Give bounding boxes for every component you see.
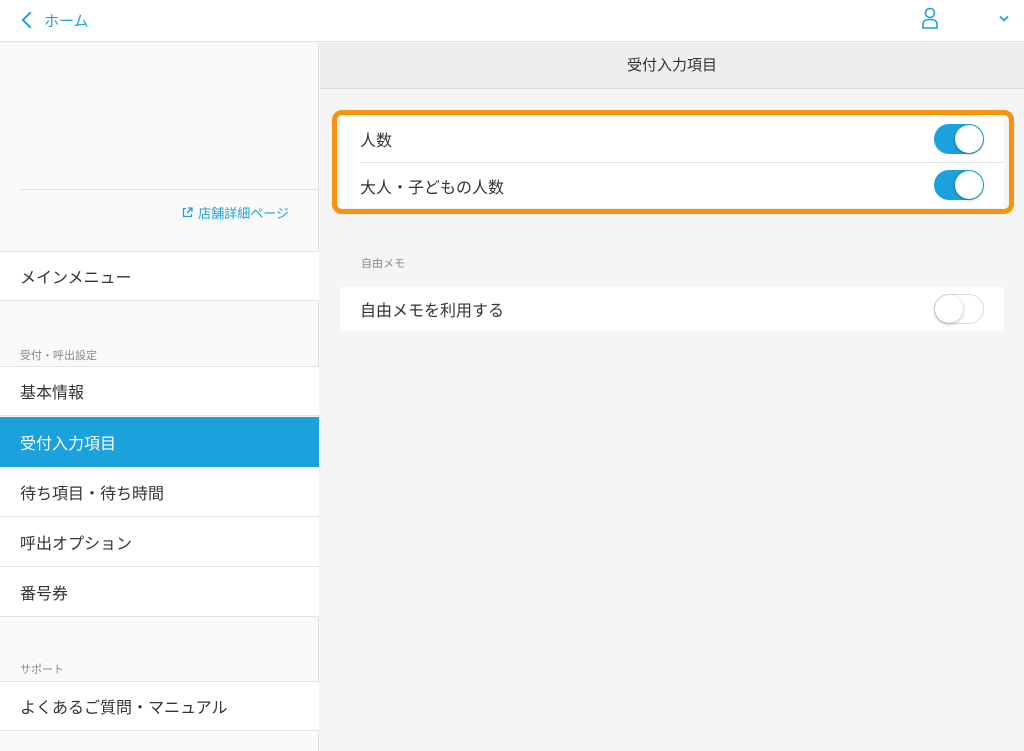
store-area: 店舗詳細ページ	[0, 43, 319, 251]
toggle-knob	[955, 171, 983, 199]
chevron-down-icon[interactable]	[998, 14, 1010, 24]
toggle-row-people: 人数	[340, 116, 1004, 162]
sidebar: 店舗詳細ページ メインメニュー 受付・呼出設定 基本情報 受付入力項目 待ち項目…	[0, 43, 319, 751]
sidebar-item-label: 呼出オプション	[20, 533, 133, 553]
divider	[20, 189, 319, 190]
toggle-row-adult-child: 大人・子どもの人数	[340, 163, 1004, 208]
sidebar-item-reception-fields[interactable]: 受付入力項目	[0, 417, 319, 467]
sidebar-item-label: 番号券	[20, 583, 69, 603]
back-label: ホーム	[44, 11, 89, 30]
sidebar-item-main-menu[interactable]: メインメニュー	[0, 251, 319, 301]
toggle-label: 人数	[360, 131, 393, 150]
toggle-card: 人数 大人・子どもの人数	[340, 116, 1004, 208]
toggle-label: 大人・子どもの人数	[360, 177, 505, 197]
section-label-reception: 受付・呼出設定	[20, 349, 97, 362]
toggle-row-memo: 自由メモを利用する	[340, 287, 1004, 331]
chevron-left-icon	[21, 11, 39, 29]
main-panel: 受付入力項目 人数 大人・子どもの人数 自由メモ 自由メモを利用する	[320, 43, 1024, 751]
people-toggle[interactable]	[934, 124, 984, 154]
sidebar-item-label: 待ち項目・待ち時間	[20, 483, 165, 503]
section-label-memo: 自由メモ	[361, 257, 405, 270]
sidebar-item-label: 受付入力項目	[20, 433, 117, 453]
sidebar-item-label: よくあるご質問・マニュアル	[20, 698, 228, 717]
page-title: 受付入力項目	[320, 43, 1024, 89]
memo-card: 自由メモを利用する	[340, 287, 1004, 331]
sidebar-item-faq[interactable]: よくあるご質問・マニュアル	[0, 681, 319, 731]
toggle-label: 自由メモを利用する	[360, 301, 505, 320]
sidebar-item-wait-items[interactable]: 待ち項目・待ち時間	[0, 467, 319, 517]
memo-toggle[interactable]	[934, 294, 984, 324]
sidebar-item-label: メインメニュー	[20, 268, 132, 287]
adult-child-toggle[interactable]	[934, 170, 984, 200]
sidebar-item-label: 基本情報	[20, 383, 85, 402]
sidebar-item-number-ticket[interactable]: 番号券	[0, 567, 319, 617]
top-bar: ホーム	[0, 0, 1024, 42]
sidebar-item-basic-info[interactable]: 基本情報	[0, 366, 319, 416]
external-link-icon	[183, 207, 193, 218]
store-detail-link[interactable]: 店舗詳細ページ	[182, 203, 289, 222]
sidebar-item-call-options[interactable]: 呼出オプション	[0, 517, 319, 567]
back-button[interactable]: ホーム	[20, 8, 89, 32]
user-icon[interactable]	[921, 7, 939, 29]
section-label-support: サポート	[20, 663, 64, 676]
toggle-knob	[935, 295, 963, 323]
store-detail-label: 店舗詳細ページ	[198, 207, 289, 222]
toggle-knob	[955, 125, 983, 153]
